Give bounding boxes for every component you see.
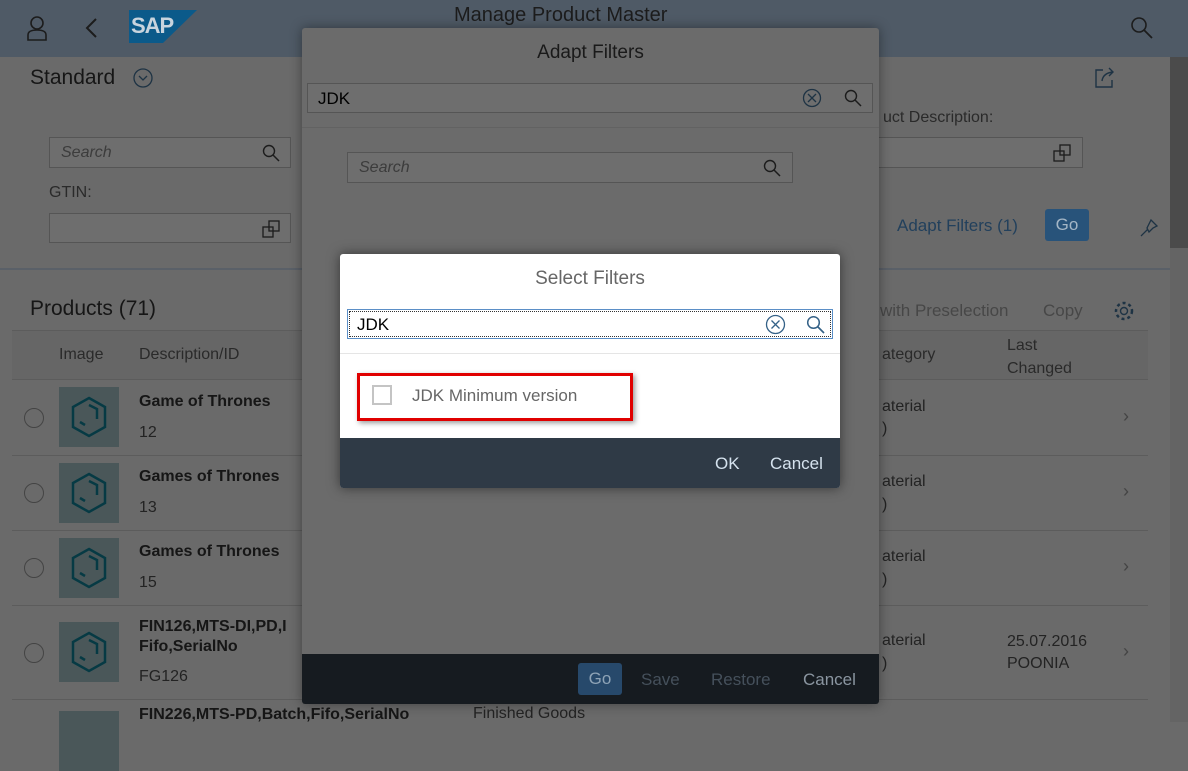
product-icon [71, 472, 107, 514]
adapt-filters-link[interactable]: Adapt Filters (1) [897, 216, 1018, 236]
row-category: aterial [882, 473, 926, 490]
row-category-detail: ) [882, 571, 888, 588]
chevron-right-icon[interactable]: › [1123, 481, 1129, 502]
go-button[interactable]: Go [578, 663, 622, 695]
app-title[interactable]: Manage Product Master [454, 4, 667, 27]
filter-item-jdk-minimum-version[interactable]: JDK Minimum version [357, 373, 633, 421]
divider [302, 127, 879, 128]
value-help-icon[interactable] [262, 220, 280, 238]
copy-button[interactable]: Copy [1043, 301, 1083, 321]
dialog-title: Select Filters [535, 268, 645, 289]
column-description: Description/ID [139, 346, 240, 363]
search-input[interactable]: Search [49, 137, 291, 168]
product-icon [71, 547, 107, 589]
row-category: aterial [882, 632, 926, 649]
variant-title[interactable]: Standard [30, 66, 115, 90]
row-category: aterial [882, 548, 926, 565]
row-category: aterial [882, 398, 926, 415]
row-category: Finished Goods [473, 705, 586, 722]
column-last-changed: Last Changed [1007, 337, 1072, 377]
row-radio[interactable] [24, 558, 44, 578]
select-filters-dialog: Select Filters JDK JDK Minimum version O… [340, 254, 840, 488]
row-title: FIN226,MTS-PD,Batch,Fifo,SerialNo [139, 706, 410, 723]
divider [340, 353, 840, 354]
row-title: Game of Thrones [139, 393, 271, 410]
create-with-preselection-button[interactable]: with Preselection [880, 301, 1009, 321]
scrollbar-thumb[interactable] [1170, 57, 1188, 248]
value-help-icon[interactable] [1053, 144, 1071, 162]
row-radio[interactable] [24, 483, 44, 503]
product-description-label: uct Description: [883, 109, 994, 126]
dialog-footer: OK Cancel [340, 438, 840, 488]
dialog-footer: Go Save Restore Cancel [302, 654, 879, 704]
search-icon[interactable] [262, 144, 280, 162]
clear-icon[interactable] [802, 88, 822, 108]
product-image [59, 711, 119, 771]
save-button[interactable]: Save [641, 670, 680, 690]
sap-logo[interactable]: SAP [129, 10, 197, 43]
column-category: ategory [882, 346, 936, 363]
search-icon[interactable] [844, 89, 862, 107]
row-title: FIN126,MTS-DI,PD,I Fifo,SerialNo [139, 618, 287, 655]
gtin-input[interactable] [49, 213, 291, 243]
gtin-label: GTIN: [49, 184, 92, 201]
search-icon[interactable] [1130, 16, 1154, 40]
product-image [59, 463, 119, 523]
row-last-changed: 25.07.2016 [1007, 633, 1088, 650]
table-row[interactable]: FIN226,MTS-PD,Batch,Fifo,SerialNo Finish… [12, 700, 1148, 771]
search-value: JDK [318, 89, 351, 108]
cancel-button[interactable]: Cancel [770, 454, 823, 474]
chevron-right-icon[interactable]: › [1123, 641, 1129, 662]
share-icon[interactable] [1094, 67, 1116, 89]
filter-checkbox[interactable] [372, 385, 392, 405]
search-icon[interactable] [806, 315, 825, 334]
row-id: 13 [139, 499, 157, 516]
row-category-detail: ) [882, 420, 888, 437]
search-placeholder: Search [359, 159, 410, 176]
product-image [59, 387, 119, 447]
row-radio[interactable] [24, 408, 44, 428]
row-changed-by: POONIA [1007, 655, 1070, 672]
column-image: Image [59, 346, 104, 363]
pin-icon[interactable] [1139, 218, 1159, 238]
row-category-detail: ) [882, 496, 888, 513]
search-icon[interactable] [763, 159, 781, 177]
back-icon[interactable] [84, 17, 98, 39]
row-title: Games of Thrones [139, 543, 280, 560]
clear-icon[interactable] [765, 314, 786, 335]
search-placeholder: Search [61, 144, 112, 161]
product-icon [71, 631, 107, 673]
row-id: 15 [139, 574, 157, 591]
search-value: JDK [357, 315, 390, 334]
table-title: Products (71) [30, 297, 157, 320]
chevron-down-icon[interactable] [133, 68, 153, 88]
chevron-right-icon[interactable]: › [1123, 406, 1129, 427]
row-title: Games of Thrones [139, 468, 280, 485]
product-image [59, 538, 119, 598]
dialog-title: Adapt Filters [537, 42, 644, 63]
cancel-button[interactable]: Cancel [803, 670, 856, 690]
gear-icon[interactable] [1113, 300, 1135, 322]
ok-button[interactable]: OK [715, 454, 740, 474]
chevron-right-icon[interactable]: › [1123, 556, 1129, 577]
select-filters-search-input[interactable]: JDK [347, 309, 833, 339]
row-category-detail: ) [882, 655, 888, 672]
row-id: 12 [139, 424, 157, 441]
filter-item-label: JDK Minimum version [412, 386, 578, 405]
row-radio[interactable] [24, 643, 44, 663]
adapt-filters-search-input[interactable]: JDK [307, 83, 873, 113]
user-icon[interactable] [26, 15, 48, 41]
row-id: FG126 [139, 668, 188, 685]
product-image [59, 622, 119, 682]
product-icon [71, 396, 107, 438]
go-button[interactable]: Go [1045, 209, 1089, 241]
filter-search-input[interactable]: Search [347, 152, 793, 183]
restore-button[interactable]: Restore [711, 670, 771, 690]
